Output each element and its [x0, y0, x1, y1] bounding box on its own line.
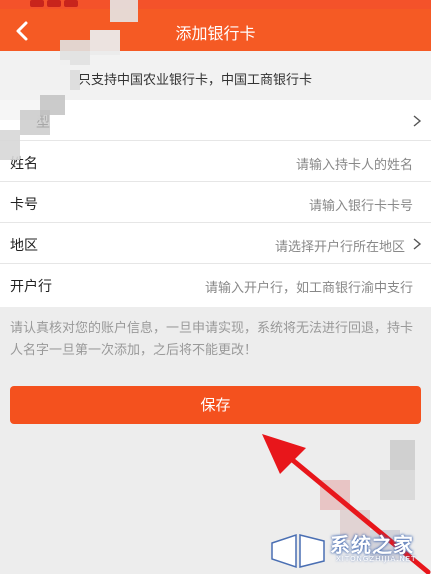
region-row[interactable]: 地区 请选择开户行所在地区 [0, 223, 431, 264]
notice-text: 只支持中国农业银行卡，中国工商银行卡 [78, 73, 313, 88]
notice-banner: 只支持中国农业银行卡，中国工商银行卡 [0, 51, 431, 101]
status-bar [0, 0, 431, 9]
card-number-input[interactable]: 请输入银行卡卡号 [309, 195, 413, 214]
bank-branch-row: 开户行 请输入开户行，如工商银行渝中支行 [0, 264, 431, 305]
card-type-row[interactable]: 型 [0, 100, 431, 141]
row-label: 地区 [10, 238, 38, 254]
status-icons [30, 0, 78, 9]
name-row: 姓名 请输入持卡人的姓名 [0, 141, 431, 182]
bank-branch-input[interactable]: 请输入开户行，如工商银行渝中支行 [205, 277, 413, 296]
row-label: 姓名 [10, 156, 38, 172]
row-label: 卡号 [10, 197, 38, 213]
notification-icon [47, 0, 61, 7]
save-button[interactable]: 保存 [10, 386, 421, 424]
watermark-subtext: XITONGZHIJIA.NET [336, 555, 417, 563]
row-label: 型 [36, 115, 50, 131]
region-select[interactable]: 请选择开户行所在地区 [275, 236, 405, 255]
hint-text: 请认真核对您的账户信息，一旦申请实现，系统将无法进行回退，持卡人名字一旦第一次添… [10, 321, 414, 358]
notification-icon [64, 0, 78, 7]
card-number-row: 卡号 请输入银行卡卡号 [0, 182, 431, 223]
chevron-right-icon [413, 115, 422, 127]
name-input[interactable]: 请输入持卡人的姓名 [296, 154, 413, 173]
page-title: 添加银行卡 [175, 24, 256, 43]
bank-card-form: 型 姓名 请输入持卡人的姓名 卡号 请输入银行卡卡号 地区 请选择开户行所在地区… [0, 100, 431, 307]
notification-icon [30, 0, 44, 7]
app-header: 添加银行卡 [0, 9, 431, 51]
watermark-text: 系统之家 [330, 533, 414, 557]
row-label: 开户行 [10, 279, 52, 295]
chevron-right-icon [413, 238, 422, 250]
